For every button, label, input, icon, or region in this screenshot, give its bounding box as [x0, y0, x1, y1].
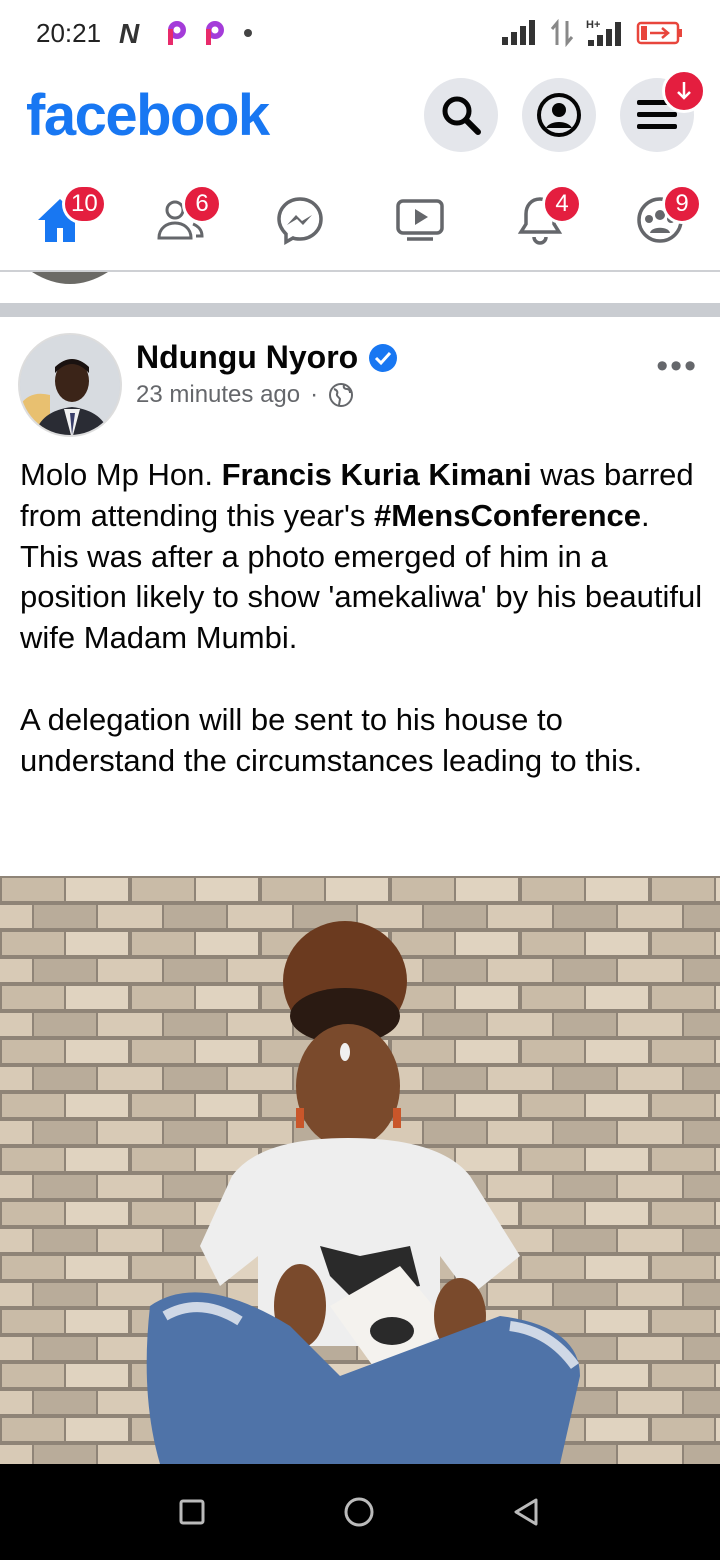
battery-charging-icon	[636, 21, 682, 45]
status-bar: 20:21 N H+	[0, 0, 720, 66]
back-triangle-icon[interactable]	[512, 1497, 542, 1527]
system-nav-bar	[0, 1464, 720, 1560]
photo-image	[0, 876, 720, 1464]
svg-text:N: N	[119, 20, 140, 46]
search-button[interactable]	[424, 78, 498, 152]
p-app-icon	[168, 21, 187, 45]
feed-divider	[0, 303, 720, 317]
download-arrow-icon	[677, 82, 691, 100]
post-photo[interactable]	[0, 876, 720, 1464]
tab-notifications[interactable]: 4	[480, 170, 600, 270]
verified-badge-icon	[369, 343, 398, 372]
status-time: 20:21	[36, 17, 102, 48]
post-paragraph-1: Molo Mp Hon. Francis Kuria Kimani was ba…	[20, 455, 710, 659]
tab-home[interactable]: 10	[0, 170, 120, 270]
globe-icon	[329, 383, 354, 407]
post-author[interactable]: Ndungu Nyoro	[136, 339, 398, 376]
meta-separator: ·	[310, 381, 319, 408]
messenger-icon	[277, 197, 323, 245]
tab-friends[interactable]: 6	[120, 170, 240, 270]
author-name[interactable]: Ndungu Nyoro	[136, 339, 358, 376]
hplus-signal-icon: H+	[586, 19, 621, 46]
search-icon	[442, 96, 481, 135]
tab-bar: 10 6 4 9	[0, 170, 720, 272]
bold-name: Francis Kuria Kimani	[221, 457, 532, 492]
post-paragraph-2: A delegation will be sent to his house t…	[20, 701, 643, 778]
profile-button[interactable]	[522, 78, 596, 152]
tab-home-badge: 10	[62, 184, 107, 224]
tab-groups[interactable]: 9	[600, 170, 720, 270]
previous-post-avatar-edge	[32, 272, 108, 284]
app-bar: facebook	[0, 66, 720, 166]
text-span: Molo Mp Hon.	[20, 457, 222, 492]
p-app-icon	[206, 21, 225, 45]
menu-update-badge	[662, 69, 706, 113]
circle-icon[interactable]	[343, 1496, 375, 1528]
dot-icon	[244, 29, 253, 37]
post-time[interactable]: 23 minutes ago	[136, 381, 300, 409]
tab-friends-badge: 6	[182, 184, 222, 224]
profile-icon	[537, 93, 581, 137]
watch-icon	[396, 199, 444, 241]
post-text: Molo Mp Hon. Francis Kuria Kimani was ba…	[20, 455, 710, 781]
tab-watch[interactable]	[360, 170, 480, 270]
status-right-icons: H+	[500, 18, 684, 48]
tab-messenger[interactable]	[240, 170, 360, 270]
tab-notifications-badge: 4	[542, 184, 582, 224]
square-icon[interactable]	[178, 1498, 206, 1526]
signal-icon	[502, 20, 535, 45]
post-meta: 23 minutes ago ·	[136, 381, 354, 409]
post-more-button[interactable]: •••	[656, 347, 698, 386]
status-app-icons: N	[119, 19, 255, 47]
author-avatar[interactable]	[18, 333, 122, 437]
svg-text:H+: H+	[586, 19, 600, 31]
tab-groups-badge: 9	[662, 184, 702, 224]
news-icon: N	[119, 20, 140, 46]
hashtag-link[interactable]: #MensConference	[374, 498, 641, 533]
data-transfer-icon	[550, 19, 574, 47]
facebook-logo[interactable]: facebook	[26, 82, 270, 149]
